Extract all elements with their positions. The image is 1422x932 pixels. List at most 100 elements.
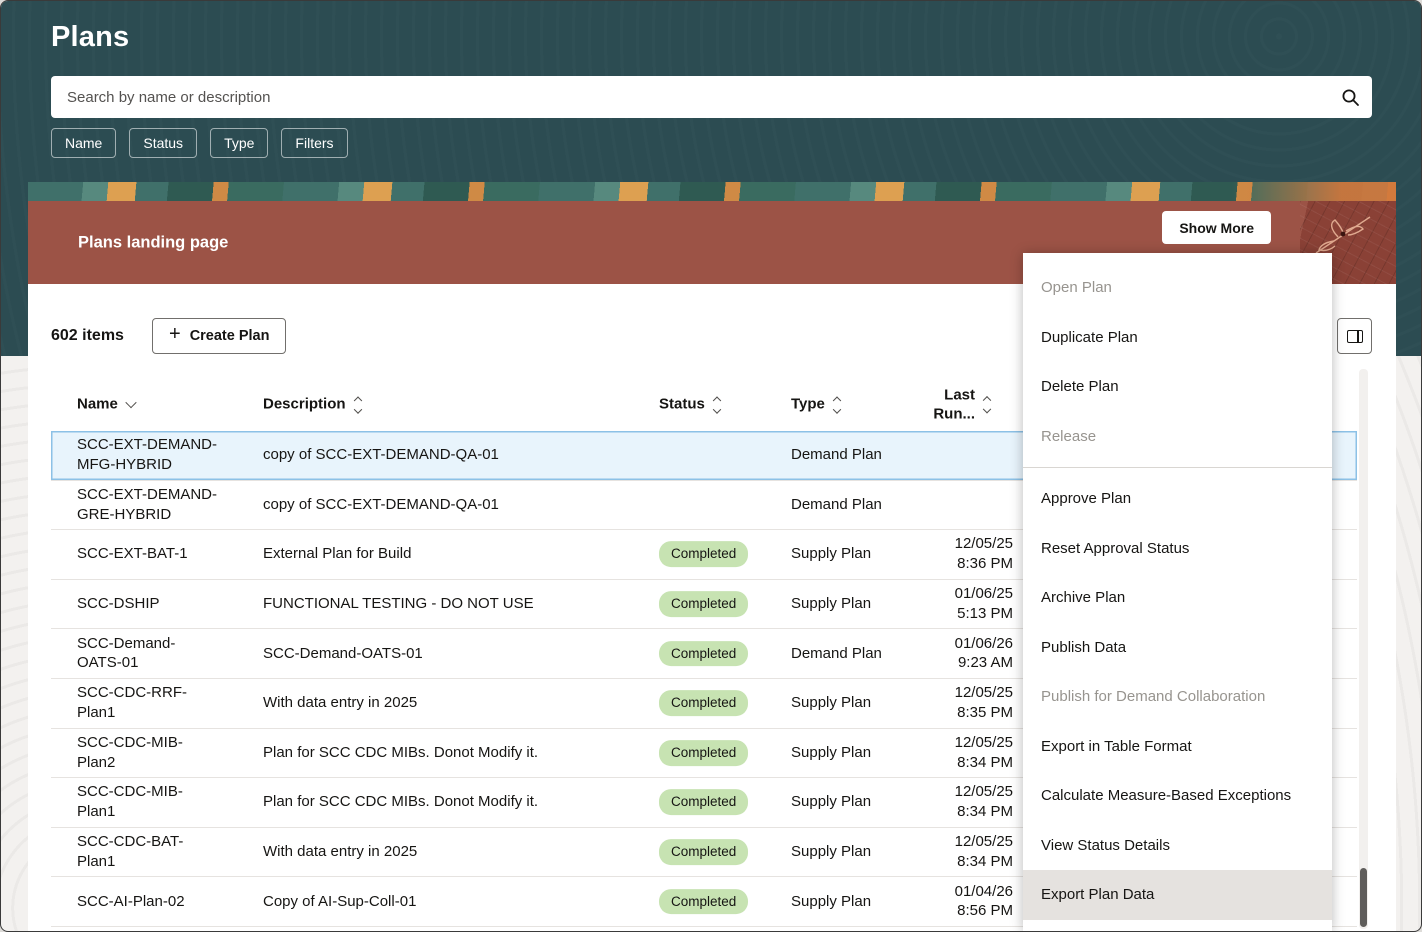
plan-name: SCC-CDC-MIB-Plan1 (77, 783, 219, 823)
plan-last-run: 12/05/258:36 PM (929, 535, 1013, 575)
menu-item-open-plan: Open Plan (1023, 263, 1332, 313)
plan-description: Plan for SCC CDC MIBs. Donot Modify it. (263, 743, 655, 763)
last-run-date: 01/06/26 (929, 634, 1013, 654)
menu-item-archive-plan[interactable]: Archive Plan (1023, 573, 1332, 623)
last-run-time: 8:34 PM (929, 753, 1013, 773)
sort-toggle-icon (355, 398, 361, 413)
plan-status: Completed (659, 542, 781, 568)
plan-last-run: 01/06/255:13 PM (929, 584, 1013, 624)
menu-item-release: Release (1023, 412, 1332, 462)
menu-item-view-status-details[interactable]: View Status Details (1023, 821, 1332, 871)
vertical-scrollbar[interactable] (1359, 369, 1368, 929)
plan-status: Completed (659, 591, 781, 617)
filter-chip-filters[interactable]: Filters (281, 128, 347, 158)
status-badge: Completed (659, 839, 748, 865)
sort-toggle-icon (714, 398, 720, 413)
column-header-type[interactable]: Type (791, 396, 919, 415)
plan-name: SCC-Demand-OATS-01 (77, 634, 219, 674)
last-run-time: 8:36 PM (929, 554, 1013, 574)
last-run-date: 01/06/25 (929, 584, 1013, 604)
column-header-status[interactable]: Status (659, 396, 781, 415)
plus-icon: + (169, 323, 181, 346)
filter-chip-type[interactable]: Type (210, 128, 268, 158)
plan-status: Completed (659, 839, 781, 865)
search-bar (51, 76, 1372, 118)
status-badge: Completed (659, 790, 748, 816)
plan-description: copy of SCC-EXT-DEMAND-QA-01 (263, 445, 655, 465)
last-run-date: 12/05/25 (929, 783, 1013, 803)
column-header-name[interactable]: Name (77, 396, 219, 415)
last-run-time: 8:34 PM (929, 852, 1013, 872)
menu-item-publish-for-demand-collaboration: Publish for Demand Collaboration (1023, 672, 1332, 722)
plan-description: External Plan for Build (263, 545, 655, 565)
filter-chip-bar: Name Status Type Filters (51, 128, 348, 158)
last-run-date: 01/04/26 (929, 882, 1013, 902)
column-label: Type (791, 396, 825, 415)
plan-type: Demand Plan (791, 445, 919, 465)
plan-name: SCC-DSHIP (77, 594, 219, 614)
column-header-last-run[interactable]: Last Run... (929, 386, 1015, 424)
last-run-time: 8:34 PM (929, 802, 1013, 822)
column-label: Last Run... (929, 386, 975, 424)
plan-description: With data entry in 2025 (263, 693, 655, 713)
plan-name: SCC-EXT-DEMAND-MFG-HYBRID (77, 436, 219, 476)
plans-page: Plans Name Status Type Filters Plans landin… (0, 0, 1422, 932)
plan-status: Completed (659, 641, 781, 667)
plan-description: With data entry in 2025 (263, 842, 655, 862)
scrollbar-thumb[interactable] (1360, 868, 1367, 927)
menu-item-export-plan-data[interactable]: Export Plan Data (1023, 870, 1332, 920)
plan-name: SCC-AI-Plan-02 (77, 892, 219, 912)
last-run-date: 12/05/25 (929, 683, 1013, 703)
plan-type: Supply Plan (791, 545, 919, 565)
menu-item-delete-plan[interactable]: Delete Plan (1023, 362, 1332, 412)
plan-type: Supply Plan (791, 793, 919, 813)
menu-separator (1023, 467, 1332, 468)
sort-desc-icon (127, 403, 135, 407)
plan-last-run: 12/05/258:34 PM (929, 832, 1013, 872)
create-plan-button[interactable]: + Create Plan (152, 318, 286, 354)
toggle-panel-button[interactable] (1337, 318, 1372, 354)
banner-title: Plans landing page (78, 233, 228, 252)
menu-item-approve-plan[interactable]: Approve Plan (1023, 474, 1332, 524)
plan-name: SCC-CDC-BAT-Plan1 (77, 832, 219, 872)
plan-type: Demand Plan (791, 644, 919, 664)
page-title: Plans (51, 21, 129, 54)
split-panel-icon (1347, 330, 1363, 343)
plan-name: SCC-CDC-MIB-Plan2 (77, 733, 219, 773)
menu-item-reset-approval-status[interactable]: Reset Approval Status (1023, 524, 1332, 574)
filter-chip-status[interactable]: Status (129, 128, 197, 158)
plan-last-run: 12/05/258:34 PM (929, 733, 1013, 773)
menu-item-export-in-table-format[interactable]: Export in Table Format (1023, 722, 1332, 772)
search-icon[interactable] (1328, 88, 1372, 107)
plan-last-run: 01/04/268:56 PM (929, 882, 1013, 922)
status-badge: Completed (659, 690, 748, 716)
menu-item-duplicate-plan[interactable]: Duplicate Plan (1023, 313, 1332, 363)
sort-toggle-icon (834, 398, 840, 413)
plan-name: SCC-EXT-DEMAND-GRE-HYBRID (77, 485, 219, 525)
column-label: Name (77, 396, 118, 415)
column-header-description[interactable]: Description (263, 396, 655, 415)
status-badge: Completed (659, 542, 748, 568)
plan-type: Supply Plan (791, 594, 919, 614)
show-more-button[interactable]: Show More (1162, 211, 1271, 244)
plan-name: SCC-CDC-RRF-Plan1 (77, 683, 219, 723)
column-label: Status (659, 396, 705, 415)
sort-toggle-icon (984, 398, 990, 413)
menu-item-calculate-measure-based-exceptions[interactable]: Calculate Measure-Based Exceptions (1023, 771, 1332, 821)
plan-status: Completed (659, 740, 781, 766)
banner-pattern-strip (28, 182, 1396, 201)
status-badge: Completed (659, 591, 748, 617)
menu-item-publish-data[interactable]: Publish Data (1023, 623, 1332, 673)
plan-status: Completed (659, 790, 781, 816)
status-badge: Completed (659, 889, 748, 915)
plan-description: FUNCTIONAL TESTING - DO NOT USE (263, 594, 655, 614)
plan-last-run: 01/06/269:23 AM (929, 634, 1013, 674)
filter-chip-name[interactable]: Name (51, 128, 116, 158)
search-input[interactable] (51, 76, 1328, 118)
plan-name: SCC-EXT-BAT-1 (77, 545, 219, 565)
plan-status: Completed (659, 690, 781, 716)
items-count: 602 items (51, 327, 124, 345)
plan-type: Supply Plan (791, 892, 919, 912)
plan-actions-menu: Open PlanDuplicate PlanDelete PlanReleas… (1023, 253, 1332, 931)
plan-description: SCC-Demand-OATS-01 (263, 644, 655, 664)
